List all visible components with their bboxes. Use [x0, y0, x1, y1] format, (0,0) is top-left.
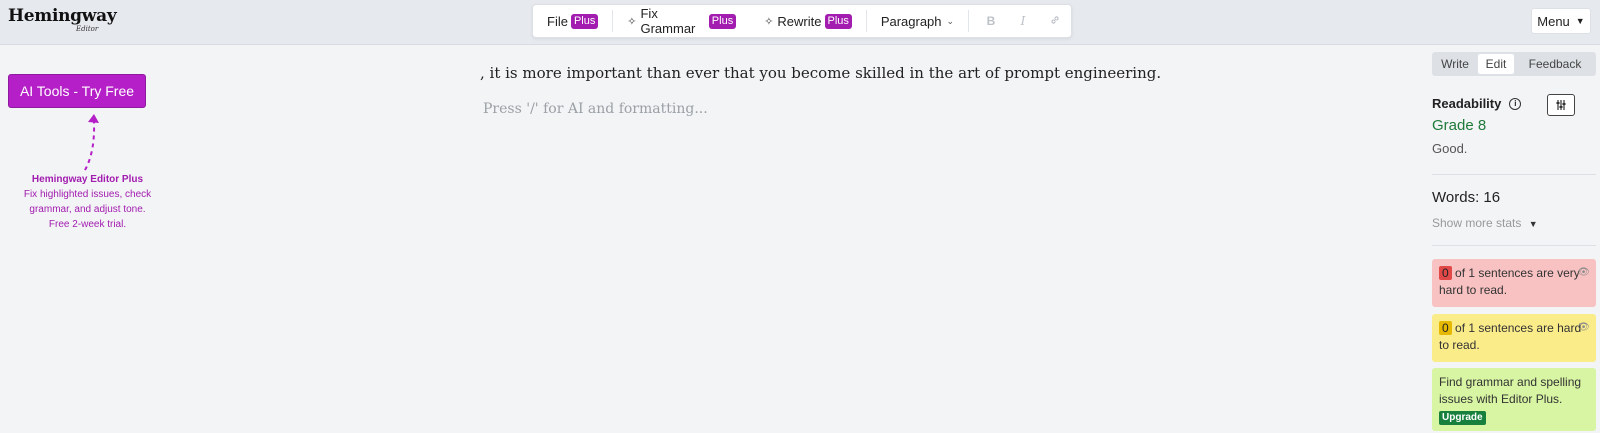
grade-verdict: Good.: [1432, 141, 1468, 156]
rewrite-button[interactable]: ✧ Rewrite Plus: [750, 5, 866, 37]
mode-tabs: Write Edit Feedback: [1432, 52, 1596, 76]
bold-button[interactable]: B: [975, 14, 1007, 28]
plus-badge: Plus: [708, 13, 737, 29]
settings-sliders-button[interactable]: [1547, 94, 1575, 116]
paragraph-dropdown[interactable]: Paragraph ⌄: [867, 5, 968, 37]
editor-placeholder[interactable]: Press '/' for AI and formatting...: [483, 101, 708, 117]
caret-down-icon: ▼: [1528, 219, 1538, 229]
word-count: Words: 16: [1432, 189, 1501, 206]
readability-title: Readability: [1432, 96, 1502, 111]
link-icon[interactable]: [1039, 14, 1071, 29]
top-bar: Hemingway Editor File Plus ✧ Fix Grammar…: [0, 0, 1600, 45]
eye-icon[interactable]: 👁: [1577, 264, 1590, 281]
plus-promo: Hemingway Editor Plus Fix highlighted is…: [10, 172, 165, 232]
very-hard-sentences-card[interactable]: 0 of 1 sentences are very hard to read. …: [1432, 259, 1596, 307]
tab-feedback[interactable]: Feedback: [1514, 52, 1596, 76]
paragraph-label: Paragraph: [880, 13, 942, 29]
grammar-text: Find grammar and spelling issues with Ed…: [1439, 375, 1582, 406]
rewrite-label: Rewrite: [777, 13, 822, 29]
format-buttons: B I: [969, 14, 1071, 29]
italic-button[interactable]: I: [1007, 14, 1039, 28]
ai-tools-button[interactable]: AI Tools - Try Free: [8, 74, 146, 108]
fix-grammar-button[interactable]: ✧ Fix Grammar Plus: [613, 5, 750, 37]
hard-count: 0: [1439, 321, 1452, 335]
hard-sentences-card[interactable]: 0 of 1 sentences are hard to read. 👁: [1432, 314, 1596, 362]
tab-write[interactable]: Write: [1432, 52, 1478, 76]
very-hard-count: 0: [1439, 266, 1452, 280]
hemingway-logo[interactable]: Hemingway Editor: [8, 6, 117, 33]
show-more-stats[interactable]: Show more stats ▼: [1432, 216, 1538, 230]
plus-badge: Plus: [824, 13, 852, 29]
menu-button[interactable]: Menu ▼: [1531, 8, 1591, 34]
hard-text: of 1 sentences are hard to read.: [1439, 321, 1582, 352]
promo-title: Hemingway Editor Plus: [31, 174, 144, 185]
fix-grammar-label: Fix Grammar: [640, 6, 696, 36]
logo-text: Hemingway: [8, 6, 117, 26]
grade-level: Grade 8: [1432, 117, 1487, 134]
divider: [1432, 174, 1596, 175]
dashed-arrow-icon: [84, 114, 99, 171]
divider: [1432, 245, 1596, 246]
sliders-icon: [1556, 100, 1566, 110]
tab-edit[interactable]: Edit: [1478, 54, 1514, 74]
upgrade-badge[interactable]: Upgrade: [1439, 411, 1486, 425]
plus-badge: Plus: [570, 13, 599, 29]
readability-panel: Readability i Grade 8 Good.: [1432, 94, 1596, 156]
very-hard-text: of 1 sentences are very hard to read.: [1439, 266, 1580, 297]
grammar-upgrade-card: Find grammar and spelling issues with Ed…: [1432, 368, 1596, 431]
editor-content[interactable]: , it is more important than ever that yo…: [480, 64, 1161, 82]
promo-line: Free 2-week trial.: [48, 219, 127, 230]
file-label: File: [547, 13, 568, 29]
show-more-label: Show more stats: [1432, 216, 1522, 230]
promo-line: Fix highlighted issues, check: [23, 189, 152, 200]
promo-line: grammar, and adjust tone.: [29, 204, 146, 215]
menu-label: Menu: [1537, 13, 1570, 29]
logo-subtitle: Editor: [76, 25, 99, 33]
editor-toolbar: File Plus ✧ Fix Grammar Plus ✧ Rewrite P…: [532, 4, 1072, 38]
caret-down-icon: ▼: [1575, 16, 1585, 26]
eye-icon[interactable]: 👁: [1577, 319, 1590, 336]
sparkle-icon: ✧: [627, 15, 637, 28]
sparkle-icon: ✧: [764, 15, 774, 28]
chevron-down-icon: ⌄: [946, 15, 955, 26]
info-icon[interactable]: i: [1509, 97, 1522, 110]
file-button[interactable]: File Plus: [533, 5, 612, 37]
